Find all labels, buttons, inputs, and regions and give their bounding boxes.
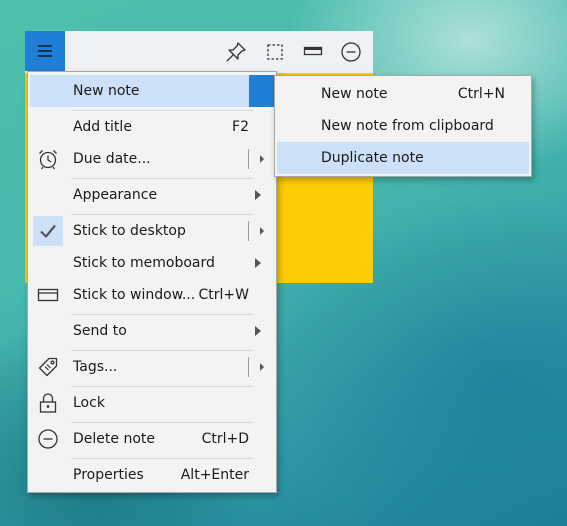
- menu-button[interactable]: [25, 31, 65, 71]
- menu-item-due-date[interactable]: Due date...: [30, 143, 274, 175]
- split-divider: [248, 357, 249, 377]
- submenu-item-duplicate-note[interactable]: Duplicate note: [277, 142, 529, 174]
- menu-item-label: Lock: [73, 395, 105, 411]
- menu-item-new-note[interactable]: New note: [30, 75, 274, 107]
- menu-item-label: New note: [321, 86, 388, 102]
- minus-circle-icon: [37, 428, 59, 450]
- menu-item-properties[interactable]: Properties Alt+Enter: [30, 459, 274, 491]
- menu-item-stick-to-desktop[interactable]: Stick to desktop: [30, 215, 274, 247]
- note-toolbar: [25, 31, 373, 73]
- split-divider: [248, 221, 249, 241]
- new-note-submenu-arrow-button[interactable]: [249, 75, 274, 107]
- menu-item-label: Appearance: [73, 187, 158, 203]
- menu-item-shortcut: Ctrl+D: [201, 431, 249, 447]
- window-icon[interactable]: [302, 41, 324, 63]
- menu-item-stick-to-memoboard[interactable]: Stick to memoboard: [30, 247, 274, 279]
- menu-item-stick-to-window[interactable]: Stick to window... Ctrl+W: [30, 279, 274, 311]
- lock-icon: [37, 392, 59, 414]
- submenu-arrow-icon[interactable]: [260, 155, 264, 163]
- menu-item-label: Due date...: [73, 151, 151, 167]
- submenu-arrow-icon: [255, 190, 261, 200]
- menu-item-delete-note[interactable]: Delete note Ctrl+D: [30, 423, 274, 455]
- submenu-arrow-icon: [255, 326, 261, 336]
- menu-item-send-to[interactable]: Send to: [30, 315, 274, 347]
- menu-item-add-title[interactable]: Add title F2: [30, 111, 274, 143]
- menu-item-shortcut: F2: [232, 119, 249, 135]
- menu-item-shortcut: Ctrl+W: [198, 287, 249, 303]
- menu-item-label: Duplicate note: [321, 150, 424, 166]
- menu-item-label: Add title: [73, 119, 132, 135]
- menu-item-tags[interactable]: Tags...: [30, 351, 274, 383]
- submenu-arrow-icon[interactable]: [260, 227, 264, 235]
- menu-item-shortcut: Ctrl+N: [457, 86, 505, 102]
- window-icon: [37, 284, 59, 306]
- submenu-arrow-icon: [255, 258, 261, 268]
- menu-item-appearance[interactable]: Appearance: [30, 179, 274, 211]
- select-icon[interactable]: [264, 41, 286, 63]
- menu-item-label: Stick to desktop: [73, 223, 186, 239]
- menu-item-label: Send to: [73, 323, 127, 339]
- menu-item-label: New note: [73, 83, 140, 99]
- menu-item-label: Tags...: [73, 359, 118, 375]
- menu-item-label: Delete note: [73, 431, 155, 447]
- submenu-item-new-note[interactable]: New note Ctrl+N: [277, 78, 529, 110]
- new-note-submenu: New note Ctrl+N New note from clipboard …: [274, 75, 532, 177]
- menu-icon: [38, 45, 52, 57]
- context-menu: New note Add title F2 Due date... Appear…: [27, 71, 277, 493]
- menu-item-lock[interactable]: Lock: [30, 387, 274, 419]
- menu-item-label: Stick to window...: [73, 287, 196, 303]
- submenu-item-new-note-from-clipboard[interactable]: New note from clipboard: [277, 110, 529, 142]
- minimize-circle-icon[interactable]: [340, 41, 362, 63]
- menu-item-label: Properties: [73, 467, 144, 483]
- menu-item-label: New note from clipboard: [321, 118, 494, 134]
- pin-icon[interactable]: [225, 41, 247, 63]
- checkmark-icon: [33, 216, 63, 246]
- menu-item-shortcut: Alt+Enter: [180, 467, 249, 483]
- tag-icon: [37, 356, 59, 378]
- alarm-clock-icon: [37, 148, 59, 170]
- split-divider: [248, 149, 249, 169]
- submenu-arrow-icon[interactable]: [260, 363, 264, 371]
- menu-item-label: Stick to memoboard: [73, 255, 215, 271]
